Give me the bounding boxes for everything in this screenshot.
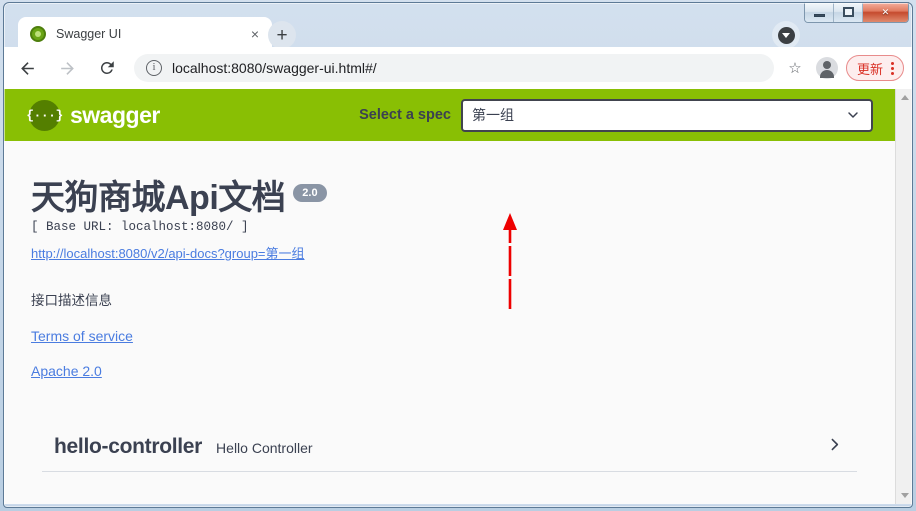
back-button[interactable]: [10, 51, 44, 85]
swagger-logo[interactable]: {···} swagger: [26, 99, 160, 131]
spec-select-value: 第一组: [472, 107, 514, 123]
reload-icon: [100, 61, 114, 74]
swagger-logo-text: swagger: [70, 101, 160, 128]
scroll-up-button[interactable]: [896, 89, 912, 106]
api-title-row: 天狗商城Api文档 2.0: [31, 181, 895, 215]
api-docs-link[interactable]: http://localhost:8080/v2/api-docs?group=…: [31, 243, 305, 262]
tag-description: Hello Controller: [216, 440, 313, 456]
terms-of-service-link[interactable]: Terms of service: [31, 328, 895, 344]
chevron-down-glyph: [777, 26, 795, 44]
tab-strip: Swagger UI × +: [4, 3, 912, 50]
tab-title: Swagger UI: [56, 26, 122, 41]
scroll-down-icon: [900, 493, 909, 498]
spec-select[interactable]: 第一组: [461, 98, 873, 132]
browser-toolbar: i localhost:8080/swagger-ui.html#/ ☆ 更新: [4, 47, 912, 89]
base-url-text: [ Base URL: localhost:8080/ ]: [31, 220, 249, 234]
profile-avatar-icon[interactable]: [815, 57, 838, 79]
chevron-right-icon[interactable]: [826, 436, 857, 457]
chevron-down-icon: [848, 112, 858, 118]
license-link[interactable]: Apache 2.0: [31, 363, 895, 379]
swagger-ui-page: {···} swagger Select a spec 第一组 天狗商城Api文…: [4, 89, 895, 504]
chevron-right-glyph: [831, 438, 839, 451]
scroll-up-icon: [900, 95, 909, 100]
address-bar[interactable]: i localhost:8080/swagger-ui.html#/: [134, 54, 774, 82]
caret-badge-icon[interactable]: [772, 21, 800, 49]
forward-button[interactable]: [50, 51, 84, 85]
select-a-spec-label: Select a spec: [359, 107, 451, 123]
window-bottom-edge: [4, 504, 912, 508]
page-scrollbar[interactable]: [895, 89, 912, 504]
api-info-block: 天狗商城Api文档 2.0 [ Base URL: localhost:8080…: [4, 141, 895, 379]
forward-arrow-icon: [60, 61, 74, 75]
new-tab-button[interactable]: +: [268, 21, 296, 49]
tab-close-icon[interactable]: ×: [246, 25, 264, 43]
tag-name[interactable]: hello-controller: [54, 435, 202, 459]
page-viewport: {···} swagger Select a spec 第一组 天狗商城Api文…: [4, 89, 912, 504]
tag-section: hello-controller Hello Controller: [29, 425, 870, 472]
browser-window: × Swagger UI × + i localhost:8080/swagge…: [0, 0, 916, 511]
tag-row-hello-controller[interactable]: hello-controller Hello Controller: [42, 425, 857, 472]
site-info-icon[interactable]: i: [146, 60, 162, 76]
update-button-label: 更新: [856, 61, 883, 77]
scroll-down-button[interactable]: [896, 487, 912, 504]
url-text[interactable]: localhost:8080/swagger-ui.html#/: [172, 60, 377, 76]
menu-dots-icon[interactable]: [889, 61, 896, 75]
tab-swagger-ui[interactable]: Swagger UI ×: [18, 17, 272, 50]
api-description: 接口描述信息: [31, 293, 112, 308]
swagger-favicon-icon: [30, 25, 46, 42]
api-version-badge: 2.0: [293, 184, 327, 202]
swagger-braces-icon: {···}: [26, 99, 63, 131]
swagger-topbar: {···} swagger Select a spec 第一组: [4, 89, 895, 141]
update-button[interactable]: 更新: [845, 55, 904, 81]
api-title: 天狗商城Api文档: [31, 179, 286, 217]
bookmark-star-icon[interactable]: ☆: [782, 59, 808, 77]
reload-button[interactable]: [90, 51, 124, 85]
back-arrow-icon: [20, 61, 34, 75]
